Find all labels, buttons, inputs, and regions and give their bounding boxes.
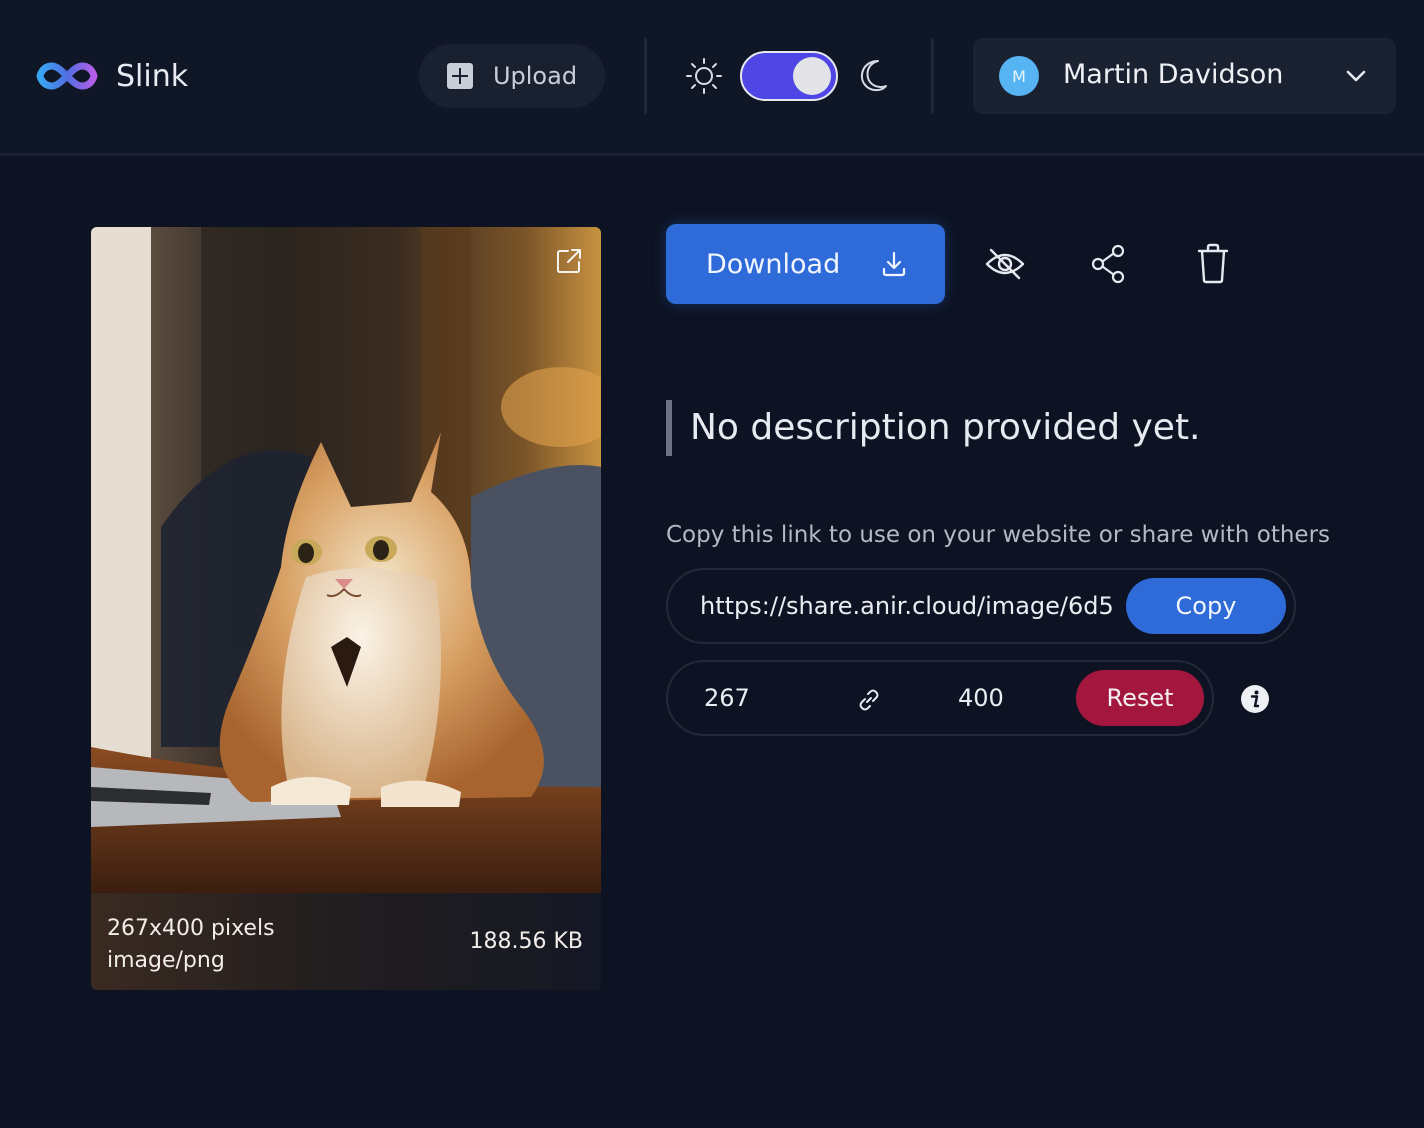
header-divider	[644, 38, 647, 114]
height-input[interactable]	[958, 662, 1068, 734]
top-bar: Slink Upload M Martin Davidson	[0, 0, 1424, 156]
moon-icon	[860, 60, 887, 92]
image-dimensions: 267x400 pixels	[107, 916, 275, 941]
image-meta: 267x400 pixels image/png	[107, 913, 275, 977]
app-name: Slink	[116, 58, 189, 94]
download-label: Download	[706, 248, 841, 280]
download-button[interactable]: Download	[666, 224, 945, 304]
copy-button[interactable]: Copy	[1126, 578, 1286, 634]
upload-button[interactable]: Upload	[419, 44, 605, 108]
header-divider	[931, 38, 934, 114]
image-description[interactable]: No description provided yet.	[666, 400, 1201, 456]
external-link-icon[interactable]	[555, 247, 583, 275]
share-url[interactable]: https://share.anir.cloud/image/6d5	[700, 592, 1114, 620]
chevron-down-icon	[1346, 70, 1366, 82]
plus-square-icon	[446, 63, 473, 89]
resize-field: Reset	[666, 660, 1214, 736]
width-input[interactable]	[704, 662, 824, 734]
image-file-size: 188.56 KB	[469, 929, 584, 954]
image-preview-card: 267x400 pixels image/png 188.56 KB	[91, 227, 601, 990]
upload-label: Upload	[492, 62, 578, 90]
share-icon[interactable]	[1090, 242, 1128, 286]
image-meta-footer: 267x400 pixels image/png 188.56 KB	[91, 893, 601, 990]
user-name: Martin Davidson	[1063, 59, 1284, 90]
download-icon	[883, 251, 906, 277]
cat-photo[interactable]	[91, 227, 601, 893]
info-icon[interactable]	[1240, 684, 1270, 714]
share-link-field: https://share.anir.cloud/image/6d5 Copy	[666, 568, 1296, 644]
link-icon[interactable]	[856, 687, 882, 713]
share-hint: Copy this link to use on your website or…	[666, 522, 1331, 548]
sun-icon	[686, 58, 722, 94]
avatar: M	[999, 56, 1039, 96]
theme-toggle[interactable]	[740, 51, 838, 101]
toggle-knob	[793, 57, 831, 95]
image-mime-type: image/png	[107, 948, 225, 973]
eye-off-icon[interactable]	[984, 242, 1026, 286]
user-menu-button[interactable]: M Martin Davidson	[973, 38, 1396, 114]
trash-icon[interactable]	[1196, 242, 1230, 286]
brand[interactable]: Slink	[36, 56, 188, 96]
reset-button[interactable]: Reset	[1076, 670, 1204, 726]
infinity-logo-icon	[36, 62, 98, 90]
